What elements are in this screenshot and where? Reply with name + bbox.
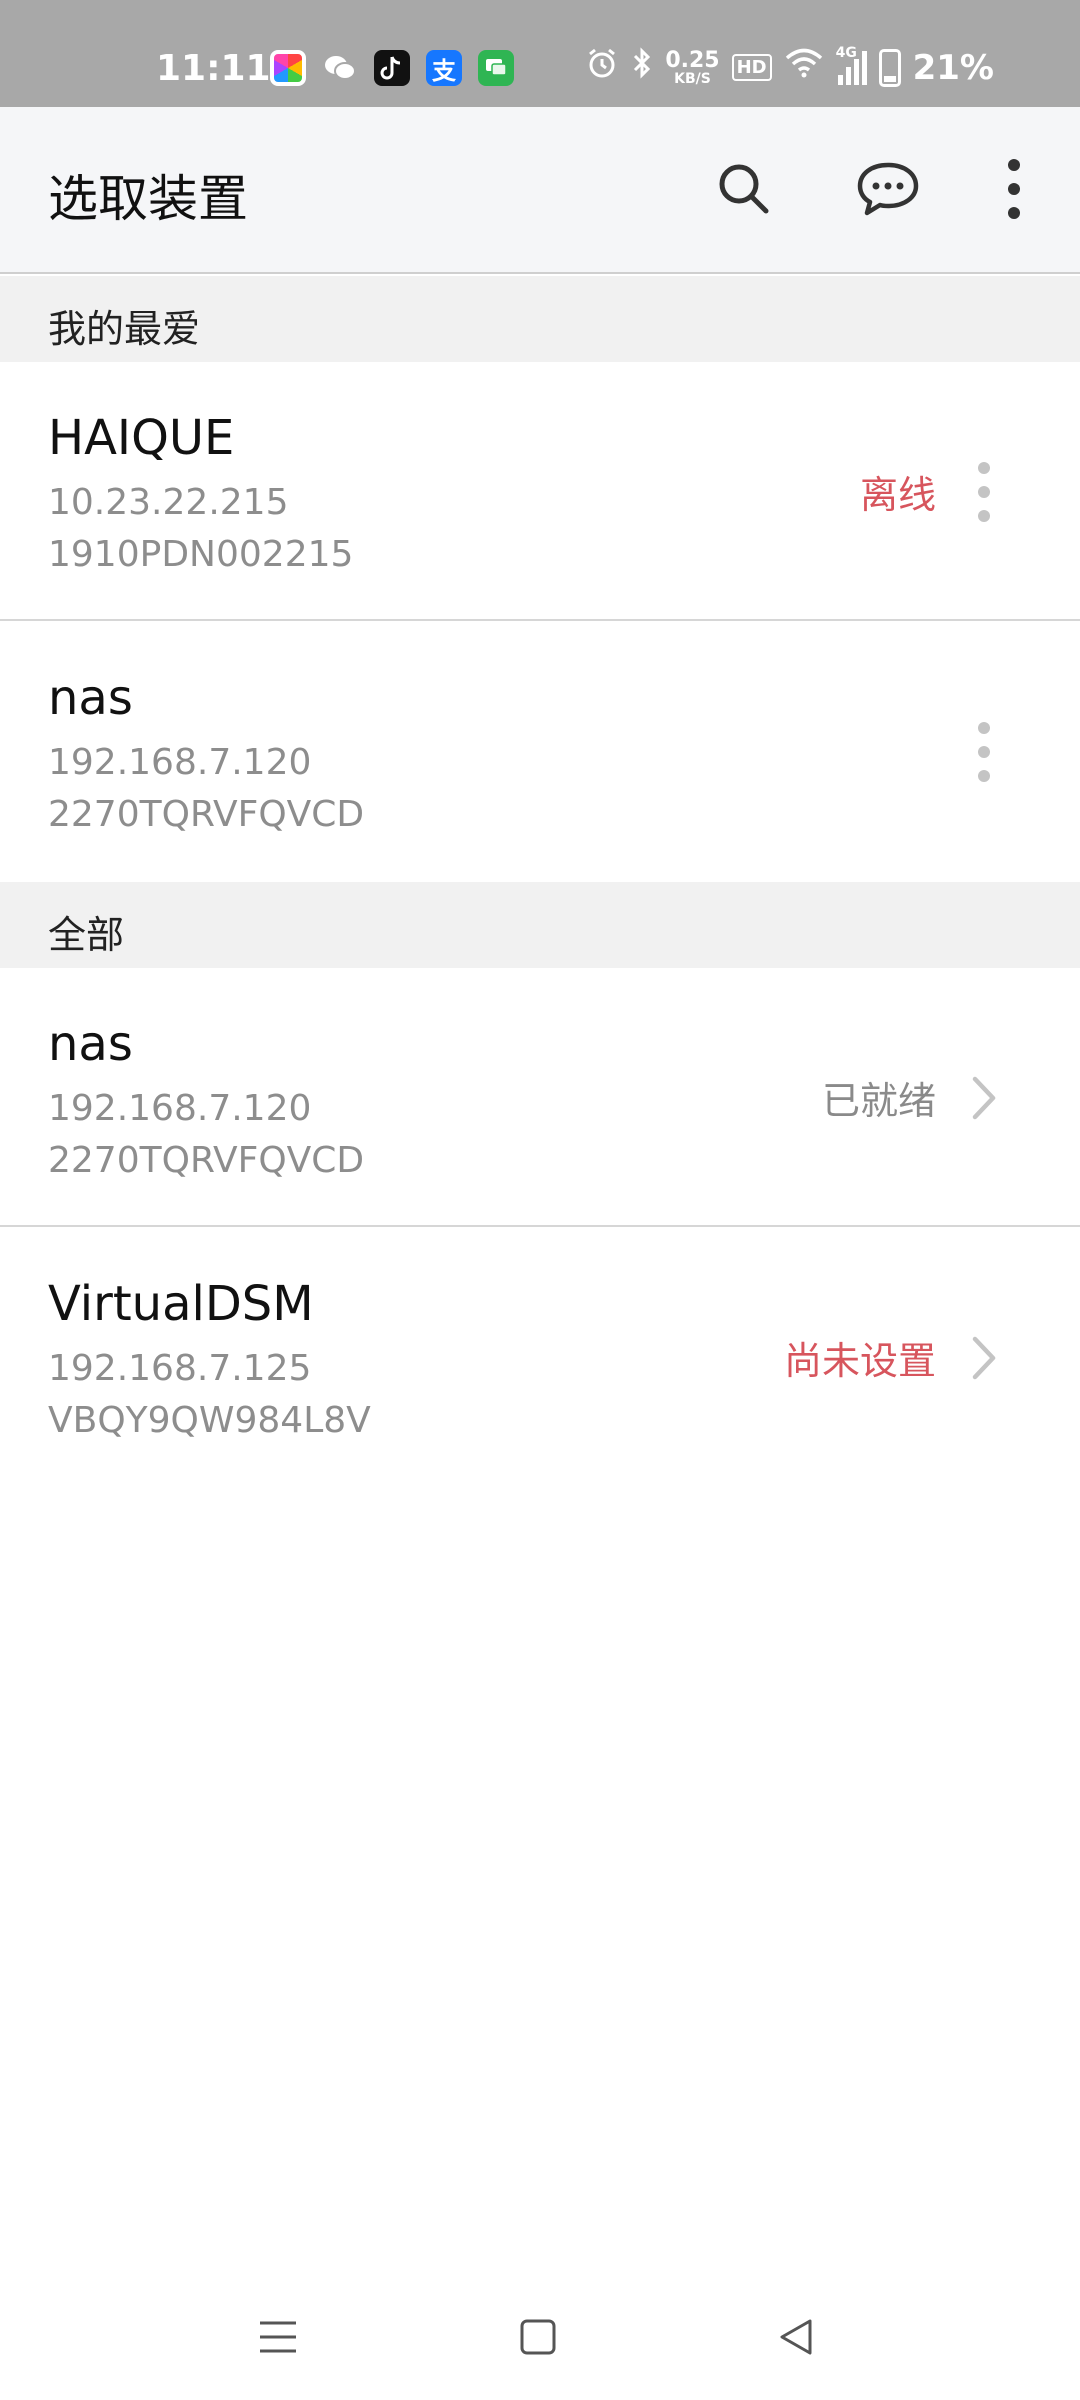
device-name: nas bbox=[48, 1016, 133, 1072]
device-ip: 192.168.7.120 bbox=[48, 1088, 312, 1129]
menu-icon bbox=[260, 2321, 296, 2353]
device-serial: VBQY9QW984L8V bbox=[48, 1400, 371, 1441]
wechat-app-icon bbox=[322, 50, 358, 86]
device-row[interactable]: nas 192.168.7.120 2270TQRVFQVCD bbox=[0, 622, 1080, 881]
device-name: VirtualDSM bbox=[48, 1276, 314, 1332]
messages-app-icon bbox=[478, 50, 514, 86]
device-status: 离线 bbox=[859, 473, 936, 517]
device-ip: 192.168.7.120 bbox=[48, 742, 312, 783]
system-nav-bar bbox=[0, 2280, 1080, 2400]
device-open-button[interactable] bbox=[948, 1054, 1020, 1142]
device-open-button[interactable] bbox=[948, 1314, 1020, 1402]
back-button[interactable] bbox=[756, 2302, 836, 2372]
back-icon bbox=[780, 2319, 812, 2355]
device-more-button[interactable] bbox=[948, 708, 1020, 796]
network-speed: 0.25 KB/S bbox=[665, 47, 720, 87]
device-serial: 2270TQRVFQVCD bbox=[48, 1140, 365, 1181]
device-name: HAIQUE bbox=[48, 410, 235, 466]
device-more-button[interactable] bbox=[948, 448, 1020, 536]
device-name: nas bbox=[48, 670, 133, 726]
system-status: 0.25 KB/S HD 4G 21% bbox=[585, 45, 994, 89]
more-vert-icon bbox=[978, 722, 990, 782]
chevron-right-icon bbox=[972, 1336, 996, 1380]
app-bar: 选取装置 bbox=[0, 107, 1080, 274]
alipay-app-icon: 支 bbox=[426, 50, 462, 86]
section-header-favorites: 我的最爱 bbox=[0, 276, 1080, 362]
device-ip: 10.23.22.215 bbox=[48, 482, 289, 523]
device-ip: 192.168.7.125 bbox=[48, 1348, 312, 1389]
wifi-icon bbox=[784, 47, 824, 88]
status-bar: 11:11 支 0.25 KB/S HD 4G 21% bbox=[0, 0, 1080, 107]
battery-icon bbox=[878, 48, 901, 87]
photos-app-icon bbox=[270, 50, 306, 86]
device-row[interactable]: HAIQUE 10.23.22.215 1910PDN002215 离线 bbox=[0, 362, 1080, 621]
cellular-signal-icon: 4G bbox=[836, 45, 867, 85]
search-icon bbox=[719, 164, 769, 214]
status-time: 11:11 bbox=[156, 48, 271, 89]
battery-percent: 21% bbox=[912, 47, 994, 88]
device-serial: 1910PDN002215 bbox=[48, 534, 354, 575]
more-vert-icon bbox=[1008, 159, 1020, 219]
chat-icon bbox=[857, 162, 919, 216]
device-row[interactable]: VirtualDSM 192.168.7.125 VBQY9QW984L8V 尚… bbox=[0, 1228, 1080, 1487]
device-status: 已就绪 bbox=[821, 1079, 936, 1123]
feedback-button[interactable] bbox=[846, 147, 930, 231]
bluetooth-icon bbox=[631, 46, 653, 89]
alarm-icon bbox=[585, 46, 619, 89]
recent-apps-button[interactable] bbox=[238, 2302, 318, 2372]
device-row[interactable]: nas 192.168.7.120 2270TQRVFQVCD 已就绪 bbox=[0, 968, 1080, 1227]
more-vert-icon bbox=[978, 462, 990, 522]
notification-icons: 支 bbox=[270, 50, 514, 86]
home-button[interactable] bbox=[498, 2302, 578, 2372]
hd-badge: HD bbox=[731, 54, 772, 81]
more-options-button[interactable] bbox=[972, 147, 1056, 231]
device-serial: 2270TQRVFQVCD bbox=[48, 794, 365, 835]
chevron-right-icon bbox=[972, 1076, 996, 1120]
search-button[interactable] bbox=[702, 147, 786, 231]
home-icon bbox=[520, 2319, 556, 2355]
page-title: 选取装置 bbox=[48, 170, 248, 228]
device-status: 尚未设置 bbox=[783, 1339, 936, 1383]
section-header-all: 全部 bbox=[0, 882, 1080, 968]
tiktok-app-icon bbox=[374, 50, 410, 86]
